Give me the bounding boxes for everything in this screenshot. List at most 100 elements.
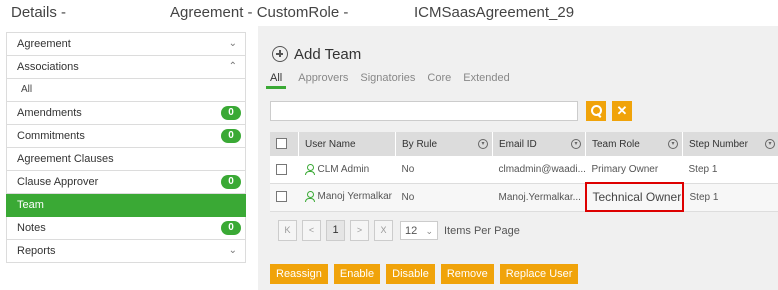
header-agreement-role: Agreement - CustomRole - (170, 4, 349, 21)
by-rule-cell: No (395, 156, 493, 184)
by-rule-cell: No (395, 183, 493, 212)
filter-icon[interactable]: ▾ (765, 139, 775, 149)
tab-extended[interactable]: Extended (463, 72, 509, 89)
clear-search-button[interactable]: ✕ (612, 101, 632, 121)
row-checkbox[interactable] (276, 191, 287, 203)
items-per-page-value: 12 (405, 225, 418, 237)
last-page-button[interactable]: X (374, 220, 393, 241)
sidebar-item-agreement-clauses[interactable]: Agreement Clauses (6, 148, 246, 171)
select-all-header[interactable] (270, 132, 299, 156)
column-header-step-number[interactable]: Step Number ▾ (682, 132, 778, 156)
user-icon (304, 191, 315, 203)
sidebar-item-label: Notes (17, 222, 46, 234)
user-name: Manoj Yermalkar (317, 191, 392, 203)
column-header-email-id[interactable]: Email ID ▾ (492, 132, 586, 156)
enable-button[interactable]: Enable (333, 264, 381, 284)
chevron-up-icon: ⌃ (228, 61, 237, 72)
sidebar-item-team[interactable]: Team (6, 194, 246, 217)
chevron-down-icon: ⌄ (228, 245, 237, 256)
user-name: CLM Admin (317, 163, 370, 175)
user-name-cell: Manoj Yermalkar (298, 183, 396, 212)
team-role-cell: Primary Owner (585, 156, 683, 184)
sidebar-item-associations[interactable]: Associations ⌃ (6, 56, 246, 79)
count-badge: 0 (221, 175, 241, 189)
team-table: User Name By Rule ▾ Email ID ▾ Team Role ▾ … (270, 132, 778, 212)
filter-icon[interactable]: ▾ (668, 139, 678, 149)
column-label: Team Role (592, 138, 640, 150)
row-checkbox[interactable] (276, 163, 287, 175)
add-team-label: Add Team (294, 45, 362, 63)
first-page-button[interactable]: K (278, 220, 297, 241)
select-all-checkbox[interactable] (276, 138, 287, 150)
sidebar-item-notes[interactable]: Notes 0 (6, 217, 246, 240)
search-button[interactable] (586, 101, 606, 121)
step-number-cell: Step 1 (682, 183, 778, 212)
user-icon (304, 163, 315, 175)
sidebar-item-all[interactable]: All (6, 79, 246, 102)
action-bar: Reassign Enable Disable Remove Replace U… (270, 264, 584, 284)
reassign-button[interactable]: Reassign (270, 264, 328, 284)
prev-page-button[interactable]: < (302, 220, 321, 241)
sidebar-item-label: Team (17, 199, 44, 211)
items-per-page-label: Items Per Page (444, 224, 520, 237)
tab-all[interactable]: All (266, 72, 287, 89)
column-label: Email ID (499, 138, 537, 150)
tab-approvers[interactable]: Approvers (298, 72, 348, 89)
remove-button[interactable]: Remove (440, 264, 494, 284)
disable-button[interactable]: Disable (386, 264, 435, 284)
count-badge: 0 (221, 221, 241, 235)
sidebar-item-label: Reports (17, 245, 56, 257)
sidebar-item-label: Agreement Clauses (17, 153, 114, 165)
column-label: User Name (305, 138, 356, 150)
tab-signatories[interactable]: Signatories (360, 72, 415, 89)
sidebar-item-label: Clause Approver (17, 176, 99, 188)
email-cell: clmadmin@waadi... (492, 156, 586, 184)
page-header: Details - Agreement - CustomRole - ICMSa… (0, 0, 778, 26)
team-tabs: All Approvers Signatories Core Extended (266, 72, 522, 89)
sidebar-item-label: Amendments (17, 107, 82, 119)
pagination: K < 1 > X 12 ⌄ Items Per Page (278, 220, 520, 241)
close-icon: ✕ (616, 103, 628, 118)
header-details: Details - (11, 4, 67, 21)
count-badge: 0 (221, 129, 241, 143)
column-label: Step Number (689, 138, 748, 150)
filter-icon[interactable]: ▾ (478, 139, 488, 149)
add-team-button[interactable]: Add Team (272, 44, 361, 64)
sidebar-item-label: Associations (17, 61, 79, 73)
chevron-down-icon: ⌄ (228, 38, 237, 49)
team-panel: Add Team All Approvers Signatories Core … (258, 26, 778, 290)
column-header-by-rule[interactable]: By Rule ▾ (395, 132, 493, 156)
items-per-page-select[interactable]: 12 ⌄ (400, 221, 438, 240)
current-page[interactable]: 1 (326, 220, 345, 241)
sidebar-item-reports[interactable]: Reports ⌄ (6, 240, 246, 263)
sidebar-item-agreement[interactable]: Agreement ⌄ (6, 32, 246, 56)
step-number-cell: Step 1 (682, 156, 778, 184)
sidebar: Agreement ⌄ Associations ⌃ All Amendment… (6, 32, 246, 263)
sidebar-item-amendments[interactable]: Amendments 0 (6, 102, 246, 125)
table-row[interactable]: CLM Admin No clmadmin@waadi... Primary O… (270, 156, 778, 184)
team-role-cell-highlighted: Technical Owner (584, 182, 684, 212)
count-badge: 0 (221, 106, 241, 120)
next-page-button[interactable]: > (350, 220, 369, 241)
column-label: By Rule (402, 138, 438, 150)
search-input[interactable] (270, 101, 578, 121)
tab-core[interactable]: Core (427, 72, 451, 89)
replace-user-button[interactable]: Replace User (499, 264, 579, 284)
row-select-cell[interactable] (270, 156, 299, 184)
filter-icon[interactable]: ▾ (571, 139, 581, 149)
row-select-cell[interactable] (270, 183, 299, 212)
add-circle-icon (272, 46, 288, 62)
column-header-team-role[interactable]: Team Role ▾ (585, 132, 683, 156)
sidebar-item-clause-approver[interactable]: Clause Approver 0 (6, 171, 246, 194)
column-header-user-name[interactable]: User Name (298, 132, 396, 156)
chevron-down-icon: ⌄ (425, 226, 433, 236)
sidebar-item-label: Agreement (17, 38, 71, 50)
user-name-cell: CLM Admin (298, 156, 396, 184)
sidebar-item-commitments[interactable]: Commitments 0 (6, 125, 246, 148)
header-agreement-name: ICMSaasAgreement_29 (414, 4, 575, 21)
table-header-row: User Name By Rule ▾ Email ID ▾ Team Role ▾ … (270, 132, 778, 156)
sidebar-item-label: All (21, 84, 33, 95)
table-row[interactable]: Manoj Yermalkar No Manoj.Yermalkar... Te… (270, 182, 778, 212)
sidebar-item-label: Commitments (17, 130, 85, 142)
email-cell: Manoj.Yermalkar... (492, 183, 586, 212)
